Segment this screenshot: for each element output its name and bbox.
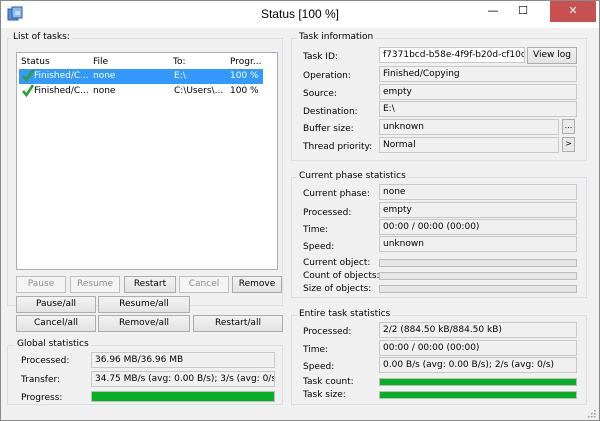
task-count-bar (379, 378, 577, 386)
task-count-label: Task count: (303, 377, 354, 387)
entire-speed-value: 0.00 B/s (avg: 0.00 B/s); 2/s (avg: 0/s) (379, 357, 577, 373)
resume-all-button[interactable]: Resume/all (98, 296, 190, 313)
size-of-objects-bar (379, 285, 577, 293)
buffer-size-value: unknown (379, 119, 559, 135)
task-file: none (93, 71, 116, 81)
current-object-bar (379, 259, 577, 267)
entire-time-label: Time: (303, 345, 329, 355)
maximize-button[interactable]: ☐ (509, 1, 537, 22)
current-object-label: Current object: (303, 258, 371, 268)
task-file: none (93, 86, 116, 96)
global-processed-label: Processed: (21, 356, 70, 366)
destination-value: E:\ (379, 101, 577, 117)
minimize-button[interactable]: — (479, 1, 507, 22)
restart-all-button[interactable]: Restart/all (193, 315, 283, 332)
restart-button[interactable]: Restart (124, 276, 176, 293)
tasks-listview[interactable]: Status File To: Progr... Finished/C... n… (16, 52, 278, 270)
pause-all-button[interactable]: Pause/all (16, 296, 96, 313)
size-of-objects-label: Size of objects: (303, 284, 372, 294)
column-progress[interactable]: Progr... (230, 57, 261, 67)
phase-time-label: Time: (303, 225, 329, 235)
progress-fill (380, 392, 576, 398)
task-destination: E:\ (174, 71, 186, 81)
check-icon (22, 84, 34, 98)
destination-label: Destination: (303, 107, 358, 117)
task-progress: 100 % (230, 71, 259, 81)
remove-button[interactable]: Remove (232, 276, 282, 293)
thread-priority-button[interactable]: > (562, 137, 575, 152)
task-destination: C:\Users\... (174, 86, 224, 96)
phase-time-value: 00:00 / 00:00 (00:00) (379, 219, 577, 235)
task-id-label: Task ID: (303, 52, 338, 62)
entire-speed-label: Speed: (303, 362, 335, 372)
entire-time-value: 00:00 / 00:00 (00:00) (379, 340, 577, 356)
task-id-field[interactable]: f7371bcd-b58e-4f9f-b20d-cf10dbaa (379, 47, 525, 63)
task-size-bar (379, 391, 577, 399)
resize-grip-icon[interactable] (587, 409, 596, 418)
count-of-objects-bar (379, 272, 577, 280)
status-window: Status [100 %] — ☐ ✕ List of tasks: Stat… (0, 0, 600, 421)
check-icon (22, 69, 34, 83)
operation-label: Operation: (303, 71, 351, 81)
operation-value: Finished/Copying (379, 66, 577, 82)
phase-speed-value: unknown (379, 236, 577, 252)
global-stats-label: Global statistics (15, 339, 91, 349)
global-progress-label: Progress: (21, 393, 63, 403)
current-phase-label: Current phase: (303, 189, 370, 199)
phase-speed-label: Speed: (303, 242, 335, 252)
pause-button[interactable]: Pause (16, 276, 66, 293)
cancel-button[interactable]: Cancel (179, 276, 229, 293)
progress-fill (380, 379, 576, 385)
column-file[interactable]: File (93, 57, 108, 67)
column-to[interactable]: To: (173, 57, 186, 67)
task-row[interactable]: Finished/C... none C:\Users\... 100 % (19, 84, 263, 99)
entire-processed-value: 2/2 (884.50 kB/884.50 kB) (379, 322, 577, 338)
remove-all-button[interactable]: Remove/all (98, 315, 190, 332)
resume-button[interactable]: Resume (70, 276, 120, 293)
progress-fill (92, 392, 274, 401)
thread-priority-value: Normal (379, 137, 559, 153)
global-processed-value: 36.96 MB/36.96 MB (91, 352, 275, 368)
phase-stats-label: Current phase statistics (297, 171, 408, 181)
entire-processed-label: Processed: (303, 327, 352, 337)
title-bar[interactable]: Status [100 %] — ☐ ✕ (1, 1, 599, 28)
task-info-label: Task information (297, 32, 376, 42)
column-status[interactable]: Status (21, 57, 50, 67)
task-status: Finished/C... (34, 86, 89, 96)
global-progress-bar (91, 391, 275, 402)
source-label: Source: (303, 89, 337, 99)
tasks-group-label: List of tasks: (11, 32, 72, 42)
task-row[interactable]: Finished/C... none E:\ 100 % (19, 69, 263, 84)
task-status: Finished/C... (34, 71, 89, 81)
source-value: empty (379, 84, 577, 100)
entire-stats-label: Entire task statistics (297, 309, 393, 319)
close-button[interactable]: ✕ (550, 1, 596, 22)
cancel-all-button[interactable]: Cancel/all (16, 315, 96, 332)
view-log-button[interactable]: View log (527, 47, 577, 64)
task-progress: 100 % (230, 86, 259, 96)
buffer-size-button[interactable]: ... (562, 119, 575, 134)
current-phase-value: none (379, 184, 577, 200)
buffer-size-label: Buffer size: (303, 124, 354, 134)
count-of-objects-label: Count of objects: (303, 271, 380, 281)
phase-processed-value: empty (379, 202, 577, 218)
global-transfer-label: Transfer: (21, 375, 61, 385)
thread-priority-label: Thread priority: (303, 142, 373, 152)
global-transfer-value: 34.75 MB/s (avg: 0.00 B/s); 3/s (avg: 0/… (91, 371, 275, 387)
task-size-label: Task size: (303, 390, 346, 400)
phase-processed-label: Processed: (303, 208, 352, 218)
